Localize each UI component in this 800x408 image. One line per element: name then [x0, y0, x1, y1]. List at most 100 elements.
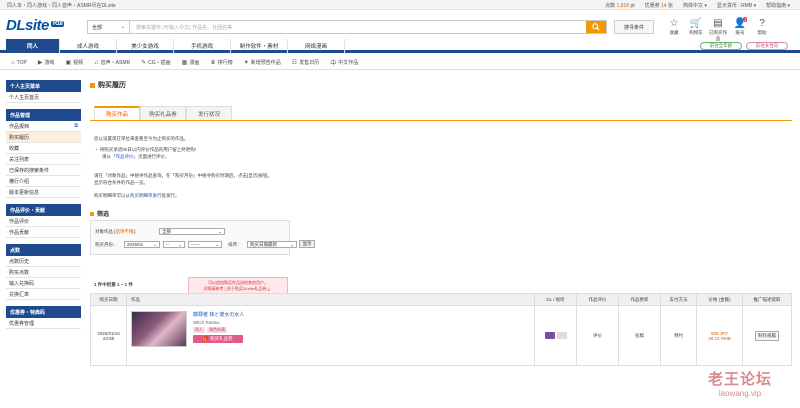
- header-icon-label: 账号: [735, 30, 745, 35]
- sidebar-section-header: 优惠券・特典码: [6, 306, 81, 318]
- sort-select[interactable]: 购买日期最新 ⌄: [247, 241, 297, 248]
- subnav-item-0[interactable]: ⌂ TOP: [11, 60, 27, 66]
- search-icon: [592, 23, 600, 31]
- sidebar-item[interactable]: 作品报档 ⧉: [6, 121, 81, 132]
- work-thumbnail[interactable]: [131, 311, 187, 347]
- language-select[interactable]: 简体中文 ▾: [683, 2, 707, 9]
- subnav-item-7[interactable]: ✦ 新增预告作品: [244, 59, 281, 66]
- review-link-cell[interactable]: 评价: [577, 306, 619, 365]
- intro-text-6: 购买明细单可以从购买明细单发行处发行。: [94, 192, 180, 199]
- all-ages-button[interactable]: 前往全年龄: [700, 42, 742, 50]
- favorite-star-icon: ☆: [669, 18, 679, 29]
- work-title[interactable]: 藤罪者 妹と彼女の女人: [193, 311, 244, 318]
- sort-select-value: 购买日期最新: [250, 241, 277, 247]
- sidebar-item[interactable]: 收藏: [6, 143, 81, 154]
- sidebar-item[interactable]: 输入兑换码: [6, 278, 81, 289]
- nav-tools-materials[interactable]: 制作软件・素材: [231, 39, 288, 53]
- download-icon[interactable]: [544, 332, 555, 339]
- search-input[interactable]: 搜索关键字 (可输入中文) 作品名、社团名等: [130, 21, 586, 33]
- coupon-value: 14: [661, 3, 667, 9]
- sidebar-item[interactable]: 作品贡献: [6, 227, 81, 238]
- subnav-item-5[interactable]: ▦ 漫画: [182, 59, 200, 66]
- tooltip-line-2: 详细请参考 [ 关于购买DLsite礼品券 ]。: [203, 285, 273, 291]
- sidebar-item[interactable]: 横行介绍: [6, 176, 81, 187]
- sidebar-item-label: 购买点数: [9, 269, 30, 276]
- subnav-item-6[interactable]: ♛ 排行榜: [210, 59, 232, 66]
- sidebar-item-label: 作品报档: [9, 123, 30, 130]
- filter-title-text: 筛选: [97, 212, 110, 218]
- year-month-select[interactable]: 2025/01 ⌄: [124, 241, 160, 248]
- result-count: 1 件中的第 1 ~ 1 件: [94, 282, 133, 287]
- sidebar-item[interactable]: 优惠券管理: [6, 318, 81, 329]
- watermark: 老王论坛 laowang.vip: [708, 368, 772, 398]
- subnav-icon: 中: [330, 61, 337, 67]
- tab-issue-status[interactable]: 发行状况: [186, 106, 232, 120]
- month-select-2[interactable]: -- ⌄: [163, 241, 185, 248]
- subnav-item-8[interactable]: ☷ 发售日历: [292, 59, 319, 66]
- gift-purchase-button[interactable]: 🎁 购买礼品券: [193, 335, 243, 343]
- points-display[interactable]: 点数 1,818 pt: [605, 2, 634, 9]
- subnav-item-9[interactable]: 中中文作品: [330, 58, 358, 67]
- search-button[interactable]: [586, 21, 606, 33]
- subnav-item-1[interactable]: ▶ 游戏: [38, 59, 55, 66]
- target-options-link[interactable]: 选项不限: [116, 229, 134, 234]
- subnav-item-3[interactable]: ♫ 音声・ASMR: [94, 59, 130, 67]
- top-strip: 同人本・同人游戏・同人音声・ASMR尽在DLsite 点数 1,818 pt 优…: [0, 0, 800, 10]
- sidebar-item[interactable]: 点数历史: [6, 256, 81, 267]
- table-row: 2025/01/10 23:58 藤罪者 妹と彼女の女人 Witch Pants…: [90, 306, 792, 366]
- nav-mobile-games[interactable]: 手机游戏: [174, 39, 231, 53]
- subnav-item-4[interactable]: ✎ CG・插画: [141, 59, 171, 66]
- search-category-select[interactable]: 全部 ⌄: [88, 21, 130, 33]
- coupon-display[interactable]: 优惠券 14 张: [645, 2, 673, 9]
- sidebar-item[interactable]: 购买点数: [6, 267, 81, 278]
- chevron-down-icon: ⌄: [178, 241, 182, 247]
- sort-label: 排序：: [228, 242, 242, 247]
- nav-adult-games[interactable]: 成人游戏: [60, 39, 117, 53]
- sidebar-item[interactable]: 已保存的搜索条件: [6, 165, 81, 176]
- sidebar-item[interactable]: 版本更新信息: [6, 187, 81, 198]
- gift-button-label: 购买礼品券: [210, 336, 233, 341]
- subnav-label: 视频: [73, 60, 84, 66]
- nav-doujin[interactable]: 同人: [6, 39, 60, 53]
- sidebar-item[interactable]: 购买履历: [6, 132, 81, 143]
- help-menu[interactable]: 帮助指南 ▾: [766, 2, 790, 9]
- site-logo[interactable]: DLsite R18: [6, 17, 65, 34]
- subnav-icon: ☷: [291, 60, 298, 66]
- sidebar-item-label: 收藏: [9, 145, 20, 152]
- subnav-icon: ▶: [37, 60, 43, 66]
- sidebar-item-label: 点数历史: [9, 258, 30, 265]
- site-tagline: 同人本・同人游戏・同人音声・ASMR尽在DLsite: [7, 3, 116, 9]
- filter-title: 筛选: [90, 209, 109, 218]
- sub-nav: ⌂ TOP ▶ 游戏 ▣ 视频 ♫ 音声・ASMR ✎ CG・插画 ▦ 漫画 ♛ 排行榜 ✦ 新增预告作品 ☷ 发…: [0, 56, 800, 70]
- receipt-link[interactable]: 购买明细单发行: [130, 193, 162, 198]
- target-select[interactable]: 全部 ⌄: [159, 228, 225, 235]
- tag-genre: 角色扮演: [207, 327, 227, 333]
- advanced-search-button[interactable]: 搜寻条件: [614, 20, 654, 34]
- circle-name[interactable]: Witch Pantsu: [193, 320, 244, 325]
- show-button[interactable]: 显示: [299, 240, 315, 248]
- sidebar-item[interactable]: 关注列表: [6, 154, 81, 165]
- sidebar-item[interactable]: 作品评价: [6, 216, 81, 227]
- promo-button[interactable]: 制作规履: [755, 330, 779, 341]
- col-update: 作品更新: [619, 294, 661, 305]
- tab-gift-coupons[interactable]: 购买礼品券: [140, 106, 186, 120]
- sidebar-item[interactable]: 兑换汇率: [6, 289, 81, 300]
- currency-select[interactable]: 显示货币 : RMB ▾: [717, 2, 756, 9]
- update-link-cell[interactable]: 投稿: [619, 306, 661, 365]
- month-select-3[interactable]: ------ ⌄: [188, 241, 222, 248]
- intro-text-1: 您以设置现在单位来查看至今为止购买的作品。: [94, 136, 189, 141]
- coupon-label: 优惠券: [644, 3, 660, 9]
- sidebar-item[interactable]: 个人主页首页: [6, 92, 81, 103]
- review-link[interactable]: 作品评价: [116, 154, 134, 159]
- female-button[interactable]: 前往女性向: [746, 42, 788, 50]
- filter-marker-icon: [90, 211, 94, 216]
- subnav-item-2[interactable]: ▣ 视频: [65, 59, 83, 66]
- intro-text-4: 请在「对象作品」中搜寻作品查询，在「购买月份」中搜寻购买时期后，点击[显示]按钮…: [94, 173, 272, 178]
- subnav-icon: ♛: [210, 60, 216, 66]
- nav-bishoujo-games[interactable]: 美少女游戏: [117, 39, 174, 53]
- nav-web-comics[interactable]: 网络漫画: [288, 39, 345, 53]
- tag-doujin: 同人: [193, 327, 205, 333]
- tab-purchased-works[interactable]: 购买作品: [94, 106, 140, 120]
- promo-cell: 制作规履: [743, 306, 791, 365]
- view-icon[interactable]: [556, 332, 567, 339]
